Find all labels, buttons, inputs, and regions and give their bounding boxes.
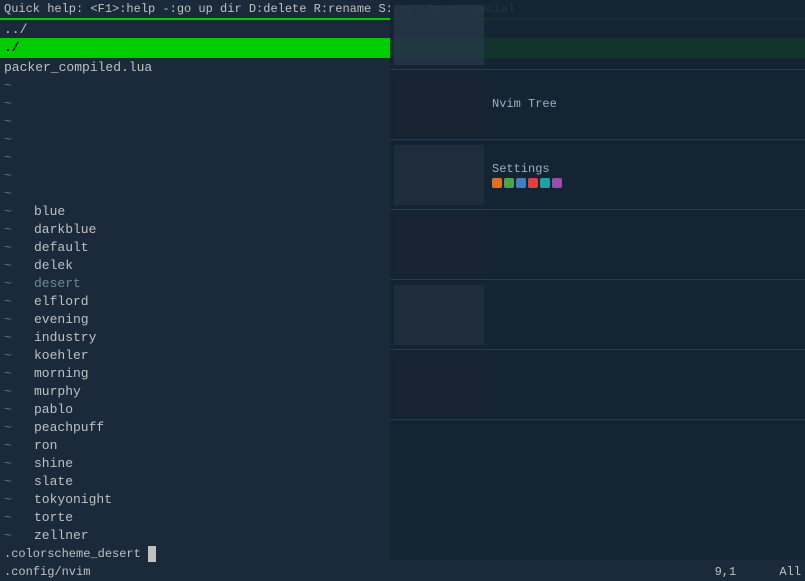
- status-bar: .config/nvim 9,1 All: [0, 561, 805, 581]
- right-panel: Nvim Tree Settings: [390, 0, 805, 560]
- panel-thumbnail: [394, 215, 484, 275]
- packer-compiled-label: packer_compiled.lua: [4, 60, 152, 75]
- scheme-name: industry: [34, 329, 96, 345]
- tilde: ~: [4, 203, 34, 219]
- tilde: ~: [4, 293, 34, 309]
- panel-thumbnail: [394, 75, 484, 135]
- color-dots: [492, 178, 801, 188]
- panel-row: [390, 280, 805, 350]
- tilde: ~: [4, 527, 34, 543]
- scheme-name: tokyonight: [34, 491, 112, 507]
- panel-thumbnail: [394, 355, 484, 415]
- parent-dir-label: ../: [4, 22, 27, 37]
- panel-row: Settings: [390, 140, 805, 210]
- tilde: ~: [4, 401, 34, 417]
- tilde: ~: [4, 437, 34, 453]
- scheme-name: shine: [34, 455, 73, 471]
- tilde: ~: [4, 167, 34, 183]
- scheme-name: murphy: [34, 383, 81, 399]
- panel-thumbnail: [394, 145, 484, 205]
- tilde: ~: [4, 257, 34, 273]
- scheme-name: zellner: [34, 527, 89, 543]
- cursor-position: 9,1: [715, 565, 737, 579]
- tilde: ~: [4, 455, 34, 471]
- scheme-name: slate: [34, 473, 73, 489]
- tilde: ~: [4, 383, 34, 399]
- scheme-name: peachpuff: [34, 419, 104, 435]
- scheme-name: koehler: [34, 347, 89, 363]
- panel-thumbnail: [394, 5, 484, 65]
- scheme-name: blue: [34, 203, 65, 219]
- color-dot: [528, 178, 538, 188]
- scheme-name: torte: [34, 509, 73, 525]
- scheme-name: morning: [34, 365, 89, 381]
- panel-row: [390, 210, 805, 280]
- tilde: ~: [4, 365, 34, 381]
- tilde: ~: [4, 329, 34, 345]
- panel-title: Settings: [492, 162, 801, 176]
- bottom-filename-text: .colorscheme_desert: [4, 547, 141, 561]
- tilde: ~: [4, 149, 34, 165]
- scheme-name: delek: [34, 257, 73, 273]
- panel-row: [390, 0, 805, 70]
- color-dot: [504, 178, 514, 188]
- panel-info: Nvim Tree: [492, 97, 801, 113]
- color-dot: [516, 178, 526, 188]
- scheme-name: pablo: [34, 401, 73, 417]
- scheme-name: desert: [34, 275, 81, 291]
- cursor-block: [148, 546, 156, 562]
- tilde: ~: [4, 491, 34, 507]
- tilde: ~: [4, 221, 34, 237]
- tilde: ~: [4, 311, 34, 327]
- scroll-position: All: [779, 565, 801, 579]
- tilde: ~: [4, 473, 34, 489]
- tilde: ~: [4, 509, 34, 525]
- color-dot: [492, 178, 502, 188]
- panel-title: Nvim Tree: [492, 97, 801, 111]
- tilde: ~: [4, 131, 34, 147]
- status-left: .config/nvim: [4, 563, 90, 580]
- tilde: ~: [4, 239, 34, 255]
- tilde: ~: [4, 347, 34, 363]
- tilde: ~: [4, 77, 34, 93]
- scheme-name: elflord: [34, 293, 89, 309]
- tilde: ~: [4, 419, 34, 435]
- tilde: ~: [4, 95, 34, 111]
- scheme-name: darkblue: [34, 221, 96, 237]
- tilde: ~: [4, 113, 34, 129]
- color-dot: [552, 178, 562, 188]
- current-dir-label: ./: [4, 40, 20, 55]
- scheme-name: default: [34, 239, 89, 255]
- tilde: ~: [4, 275, 34, 291]
- scheme-name: ron: [34, 437, 57, 453]
- scheme-name: evening: [34, 311, 89, 327]
- panel-thumbnail: [394, 285, 484, 345]
- terminal: Quick help: <F1>:help -:go up dir D:dele…: [0, 0, 805, 581]
- tilde: ~: [4, 185, 34, 201]
- panel-info: Settings: [492, 162, 801, 188]
- color-dot: [540, 178, 550, 188]
- panel-row: Nvim Tree: [390, 70, 805, 140]
- panel-row: [390, 350, 805, 420]
- status-right: 9,1 All: [715, 563, 801, 580]
